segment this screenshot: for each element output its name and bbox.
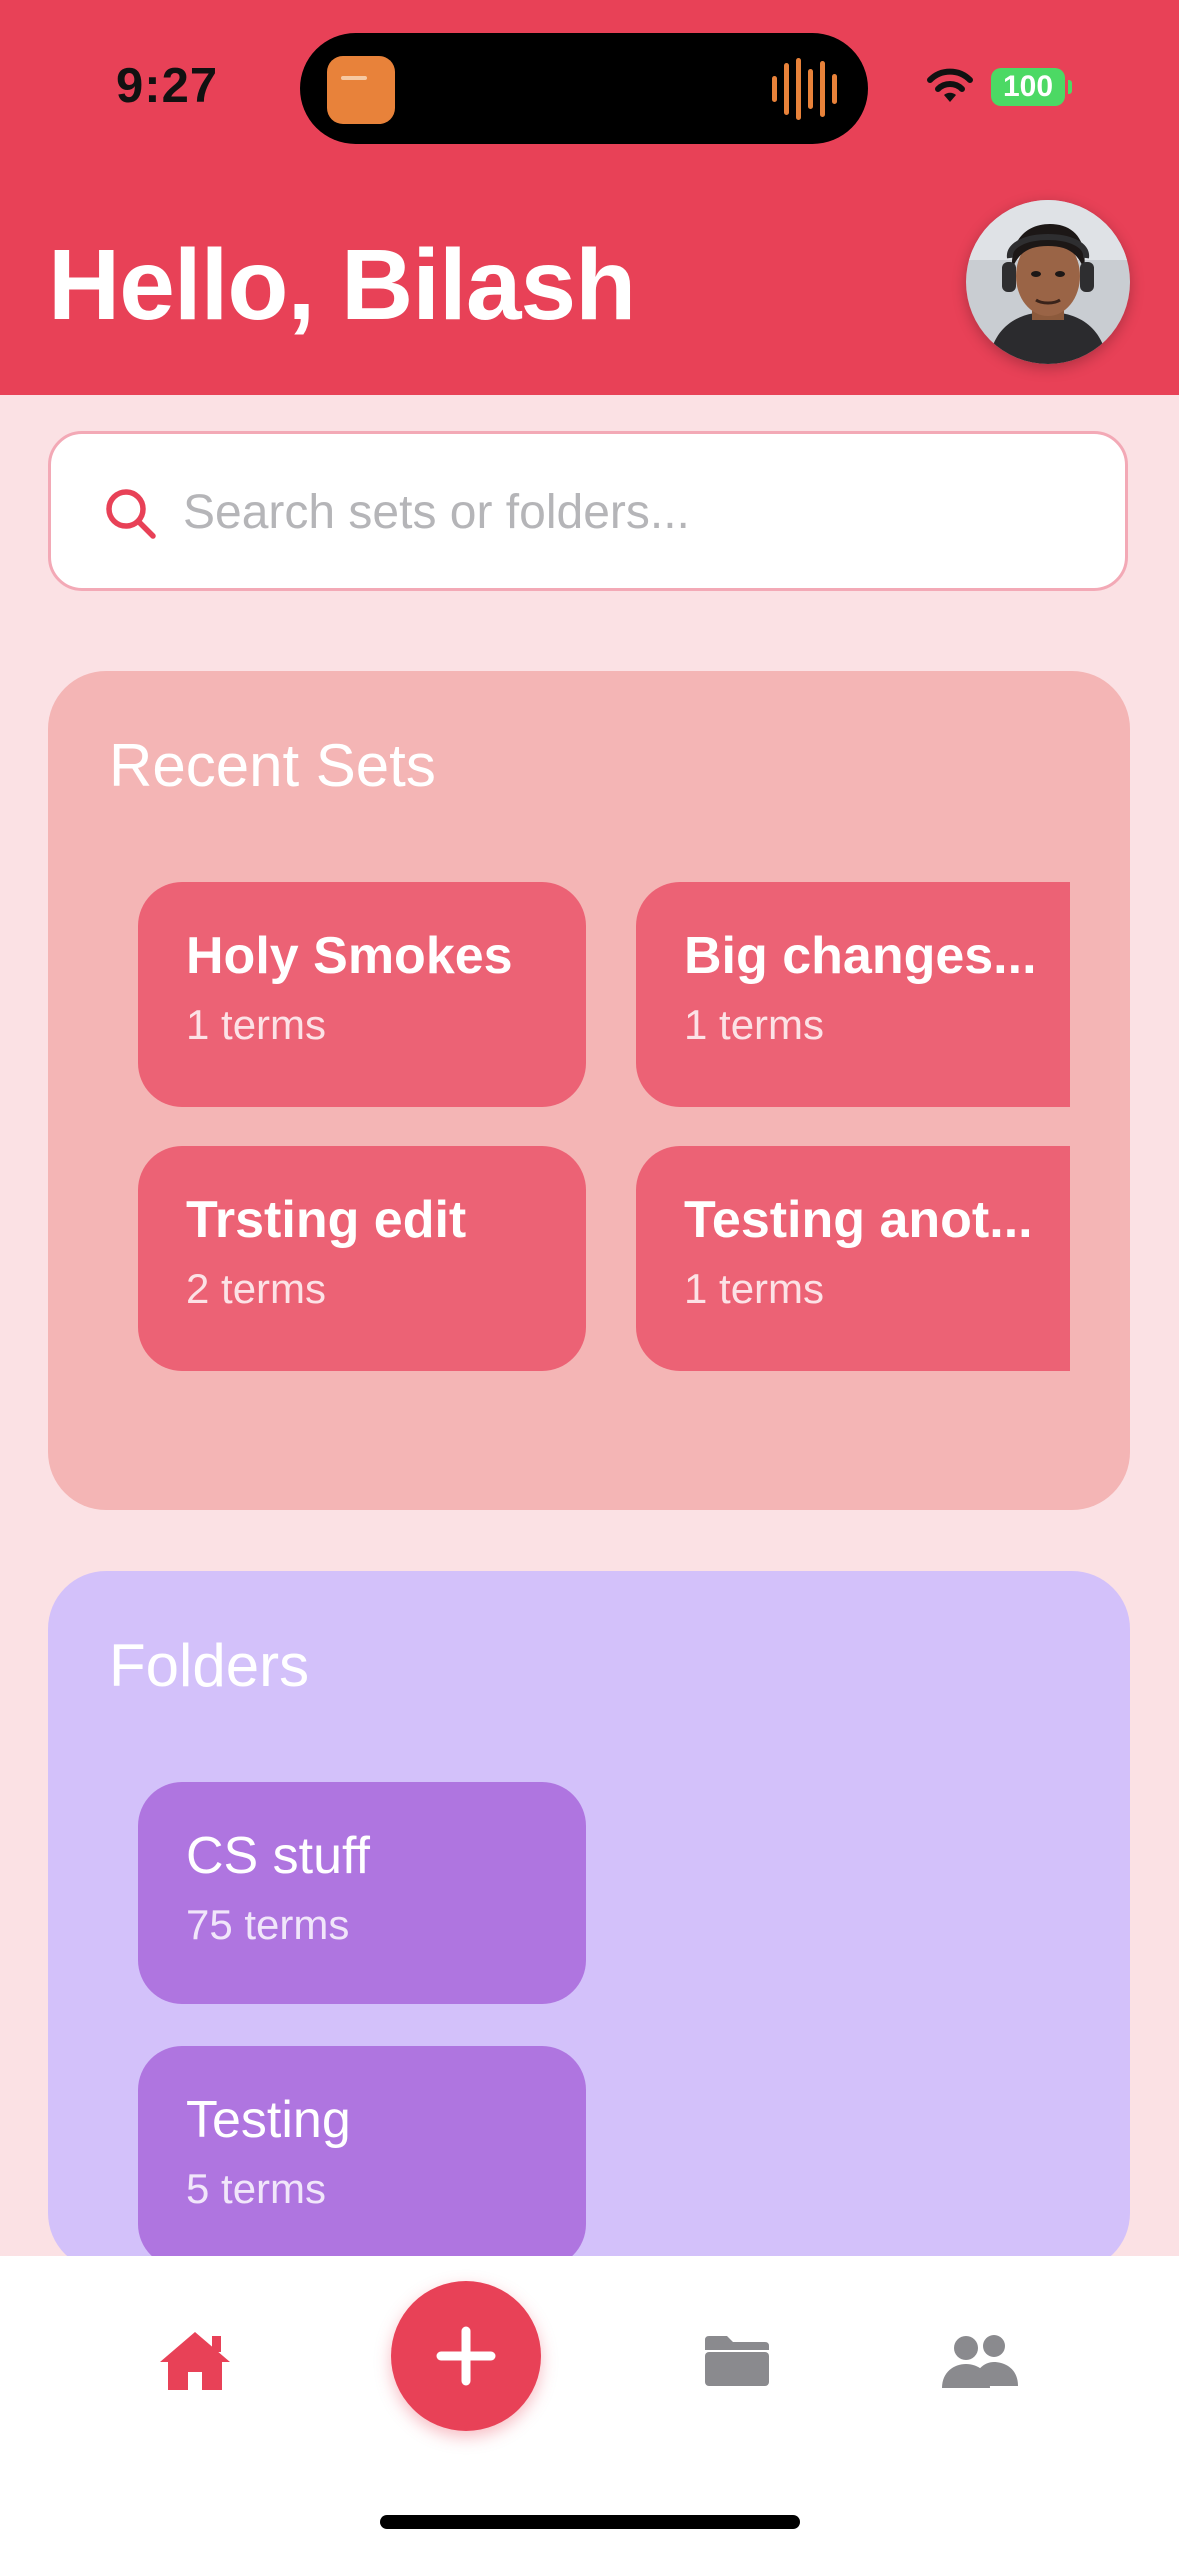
- tab-friends[interactable]: [930, 2316, 1030, 2406]
- recent-sets-title: Recent Sets: [109, 732, 436, 799]
- folder-card[interactable]: Testing 5 terms: [138, 2046, 586, 2268]
- avatar[interactable]: [966, 200, 1130, 364]
- recent-set-card[interactable]: Testing anot... 1 terms: [636, 1146, 1070, 1371]
- set-title: Trsting edit: [186, 1191, 467, 1249]
- bottom-tab-bar: [0, 2256, 1179, 2556]
- recent-set-card[interactable]: Trsting edit 2 terms: [138, 1146, 586, 1371]
- add-button[interactable]: [391, 2281, 541, 2431]
- plus-icon: [436, 2326, 496, 2386]
- folders-section: Folders CS stuff 75 terms Testing 5 term…: [48, 1571, 1130, 2271]
- home-icon: [160, 2332, 230, 2390]
- folders-title: Folders: [109, 1632, 310, 1699]
- folder-title: CS stuff: [186, 1827, 371, 1885]
- status-time: 9:27: [116, 59, 219, 113]
- set-term-count: 1 terms: [186, 1001, 327, 1048]
- folder-title: Testing: [186, 2091, 351, 2149]
- dynamic-island[interactable]: [300, 33, 868, 144]
- wifi-icon: [927, 68, 973, 102]
- folder-term-count: 75 terms: [186, 1901, 350, 1948]
- tab-home[interactable]: [145, 2316, 245, 2406]
- folder-icon: [705, 2336, 769, 2386]
- set-title: Big changes...: [684, 927, 1037, 985]
- search-bar[interactable]: [48, 431, 1128, 591]
- audio-waveform-icon: [772, 58, 837, 120]
- folder-card[interactable]: CS stuff 75 terms: [138, 1782, 586, 2004]
- set-term-count: 1 terms: [684, 1265, 825, 1312]
- recent-set-card[interactable]: Holy Smokes 1 terms: [138, 882, 586, 1107]
- battery-icon: 100: [991, 68, 1072, 106]
- folder-term-count: 5 terms: [186, 2165, 327, 2212]
- people-icon: [942, 2335, 1018, 2388]
- set-term-count: 2 terms: [186, 1265, 327, 1312]
- search-input[interactable]: [181, 434, 1085, 590]
- home-indicator: [380, 2515, 800, 2529]
- set-title: Holy Smokes: [186, 927, 513, 985]
- greeting-title: Hello, Bilash: [48, 229, 636, 341]
- tab-folders[interactable]: [692, 2316, 782, 2406]
- live-activity-app-icon[interactable]: [327, 56, 395, 124]
- header: 9:27 100 Hello, Bilash: [0, 0, 1179, 395]
- set-term-count: 1 terms: [684, 1001, 825, 1048]
- search-icon: [106, 489, 156, 539]
- recent-sets-section: Recent Sets Holy Smokes 1 terms Big chan…: [48, 671, 1130, 1510]
- set-title: Testing anot...: [684, 1191, 1033, 1249]
- recent-set-card[interactable]: Big changes... 1 terms: [636, 882, 1070, 1107]
